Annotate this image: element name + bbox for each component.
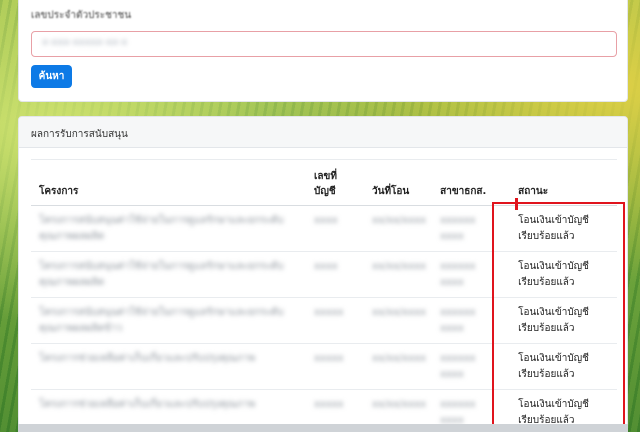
results-table: โครงการ เลขที่บัญชี วันที่โอน สาขาธกส. ส… <box>31 159 617 432</box>
table-row: โครงการสนับสนุนค่าใช้จ่ายในการดูแลรักษาแ… <box>31 251 617 298</box>
cell-account: xxxx <box>306 205 364 252</box>
table-header-row: โครงการ เลขที่บัญชี วันที่โอน สาขาธกส. ส… <box>31 159 617 206</box>
cell-account: xxxxx <box>306 343 364 390</box>
cell-date: xx/xx/xxxx <box>364 251 433 298</box>
horizontal-scrollbar[interactable] <box>18 424 628 432</box>
cell-project: โครงการสนับสนุนค่าใช้จ่ายในการดูแลรักษาแ… <box>31 251 306 298</box>
cell-branch: xxxxxx xxxx <box>432 343 503 390</box>
search-card: เลขประจำตัวประชาชน x-xxx-xxxxx-xx-x ค้นห… <box>18 0 628 102</box>
cell-status: โอนเงินเข้าบัญชีเรียบร้อยแล้ว <box>502 251 617 298</box>
highlight-pointer-mark <box>515 198 518 210</box>
table-row: โครงการสนับสนุนค่าใช้จ่ายในการดูแลรักษาแ… <box>31 205 617 252</box>
id-number-value: x-xxx-xxxxx-xx-x <box>42 37 128 48</box>
cell-status: โอนเงินเข้าบัญชีเรียบร้อยแล้ว <box>502 205 617 252</box>
cell-project: โครงการช่วยเหลือค่าเก็บเกี่ยวและปรับปรุง… <box>31 343 306 390</box>
cell-date: xx/xx/xxxx <box>364 343 433 390</box>
cell-branch: xxxxxx xxxx <box>432 297 503 344</box>
search-button[interactable]: ค้นหา <box>31 65 72 88</box>
cell-account: xxxx <box>306 251 364 298</box>
column-header-account: เลขที่บัญชี <box>306 159 364 206</box>
table-row: โครงการช่วยเหลือค่าเก็บเกี่ยวและปรับปรุง… <box>31 343 617 390</box>
column-header-date: วันที่โอน <box>364 159 433 206</box>
cell-status: โอนเงินเข้าบัญชีเรียบร้อยแล้ว <box>502 297 617 344</box>
results-card: ผลการรับการสนับสนุน โครงการ เลขที่บัญชี … <box>18 116 628 432</box>
column-header-status: สถานะ <box>502 159 617 206</box>
cell-date: xx/xx/xxxx <box>364 205 433 252</box>
cell-branch: xxxxxx xxxx <box>432 205 503 252</box>
column-header-branch: สาขาธกส. <box>432 159 503 206</box>
results-header: ผลการรับการสนับสนุน <box>19 117 627 148</box>
cell-project: โครงการสนับสนุนค่าใช้จ่ายในการดูแลรักษาแ… <box>31 205 306 252</box>
cell-status: โอนเงินเข้าบัญชีเรียบร้อยแล้ว <box>502 343 617 390</box>
cell-project: โครงการสนับสนุนค่าใช้จ่ายในการดูแลรักษาแ… <box>31 297 306 344</box>
id-number-label: เลขประจำตัวประชาชน <box>31 10 132 21</box>
column-header-project: โครงการ <box>31 159 306 206</box>
cell-branch: xxxxxx xxxx <box>432 251 503 298</box>
id-number-input[interactable]: x-xxx-xxxxx-xx-x <box>31 31 617 57</box>
table-row: โครงการสนับสนุนค่าใช้จ่ายในการดูแลรักษาแ… <box>31 297 617 344</box>
cell-account: xxxxx <box>306 297 364 344</box>
cell-date: xx/xx/xxxx <box>364 297 433 344</box>
